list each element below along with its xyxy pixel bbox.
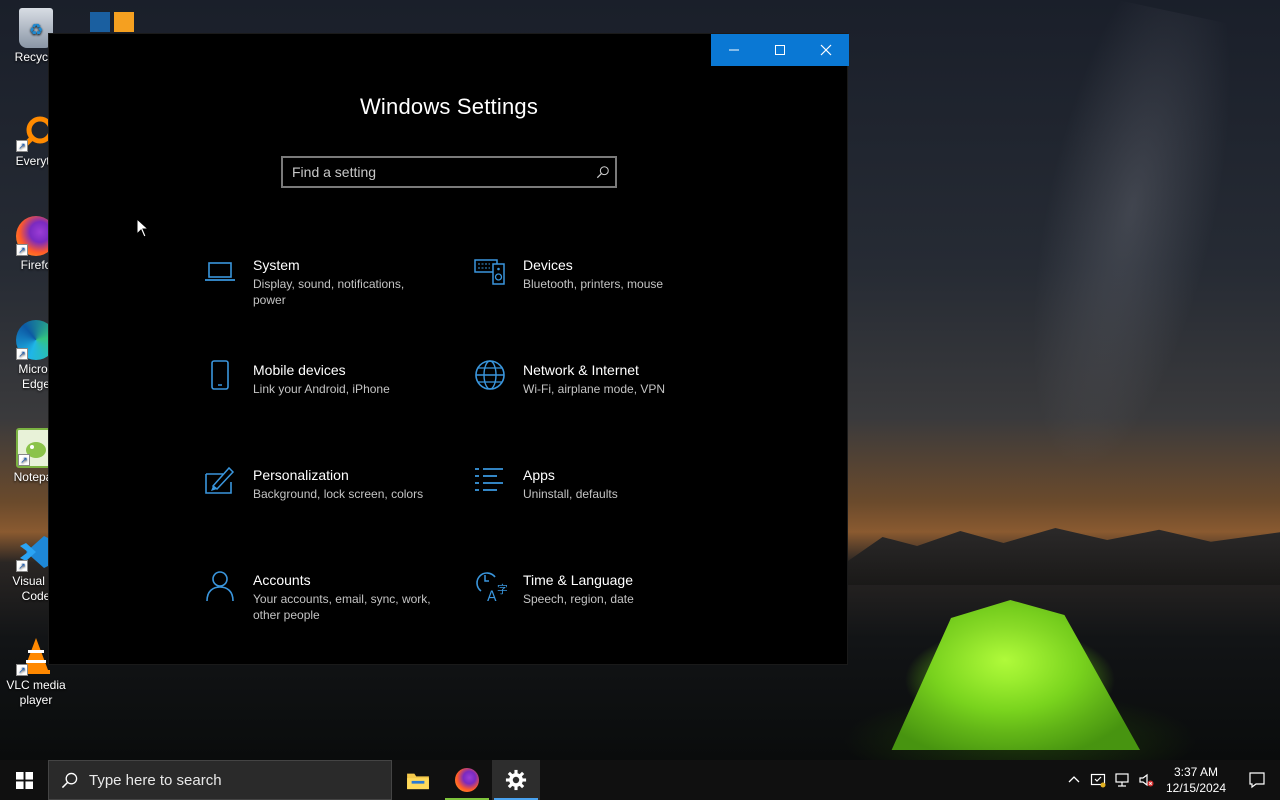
tile-network-internet[interactable]: Network & Internet Wi-Fi, airplane mode,… bbox=[473, 359, 723, 431]
tile-title: Accounts bbox=[253, 572, 311, 588]
volume-muted-icon bbox=[1139, 773, 1154, 787]
globe-icon bbox=[473, 359, 507, 393]
settings-search-box[interactable] bbox=[281, 156, 617, 188]
tile-apps[interactable]: Apps Uninstall, defaults bbox=[473, 466, 723, 536]
maximize-button[interactable] bbox=[757, 34, 803, 66]
action-center-button[interactable] bbox=[1234, 760, 1280, 800]
system-tray: 3:37 AM 12/15/2024 bbox=[1062, 760, 1280, 800]
paint-icon bbox=[203, 464, 237, 498]
settings-window: Windows Settings System Display, sound, … bbox=[48, 33, 849, 665]
tile-description: Uninstall, defaults bbox=[523, 487, 618, 501]
page-title: Windows Settings bbox=[359, 94, 539, 119]
window-controls bbox=[711, 34, 849, 66]
show-hidden-icons-button[interactable] bbox=[1062, 760, 1086, 800]
svg-text:字: 字 bbox=[497, 582, 507, 596]
clock-date: 12/15/2024 bbox=[1165, 781, 1227, 795]
tile-description: Display, sound, notifications, power bbox=[253, 277, 405, 307]
folder-icon bbox=[407, 773, 429, 790]
shortcut-arrow-icon: ↗ bbox=[16, 348, 28, 360]
windows-logo-icon bbox=[15, 771, 33, 789]
tile-title: Mobile devices bbox=[253, 362, 346, 378]
network-icon bbox=[1115, 773, 1129, 787]
tile-personalization[interactable]: Personalization Background, lock screen,… bbox=[203, 466, 453, 536]
tile-description: Background, lock screen, colors bbox=[253, 487, 424, 501]
tile-description: Link your Android, iPhone bbox=[253, 382, 390, 396]
mouse-cursor bbox=[136, 217, 150, 238]
tile-title: Devices bbox=[523, 257, 573, 273]
tray-network-button[interactable] bbox=[1110, 760, 1134, 800]
taskbar-firefox[interactable] bbox=[443, 760, 491, 800]
app-shortcut-icon bbox=[90, 12, 134, 32]
close-button[interactable] bbox=[803, 34, 849, 66]
tile-title: Personalization bbox=[253, 467, 349, 483]
taskbar-search-placeholder: Type here to search bbox=[89, 771, 222, 789]
apps-list-icon bbox=[473, 464, 507, 498]
tile-description: Bluetooth, printers, mouse bbox=[523, 277, 664, 291]
firefox-icon bbox=[455, 768, 479, 792]
taskbar-settings[interactable] bbox=[492, 760, 540, 800]
shortcut-arrow-icon: ↗ bbox=[16, 560, 28, 572]
shortcut-arrow-icon: ↗ bbox=[16, 244, 28, 256]
tile-description: Speech, region, date bbox=[523, 592, 634, 606]
svg-text:A: A bbox=[487, 589, 497, 603]
tile-title: System bbox=[253, 257, 300, 273]
shortcut-arrow-icon: ↗ bbox=[16, 140, 28, 152]
shortcut-arrow-icon: ↗ bbox=[16, 664, 28, 676]
person-icon bbox=[203, 569, 237, 603]
search-icon bbox=[49, 772, 89, 789]
tile-accounts[interactable]: Accounts Your accounts, email, sync, wor… bbox=[203, 571, 453, 641]
clock-time: 3:37 AM bbox=[1173, 765, 1219, 779]
tile-title: Time & Language bbox=[523, 572, 633, 588]
desktop-icon-partial[interactable] bbox=[88, 8, 138, 32]
maximize-icon bbox=[775, 45, 785, 55]
svg-text:♻: ♻ bbox=[29, 22, 43, 39]
taskbar-clock[interactable]: 3:37 AM 12/15/2024 bbox=[1158, 764, 1234, 796]
tile-description: Wi-Fi, airplane mode, VPN bbox=[523, 382, 666, 396]
tile-mobile-devices[interactable]: Mobile devices Link your Android, iPhone bbox=[203, 359, 453, 431]
phone-icon bbox=[203, 359, 237, 393]
tile-title: Apps bbox=[523, 467, 555, 483]
tile-time-language[interactable]: A字 Time & Language Speech, region, date bbox=[473, 571, 723, 641]
tile-description: Your accounts, email, sync, work, other … bbox=[253, 592, 431, 622]
settings-search-input[interactable] bbox=[283, 164, 591, 180]
tray-security-button[interactable] bbox=[1086, 760, 1110, 800]
chevron-up-icon bbox=[1068, 776, 1080, 783]
time-language-icon: A字 bbox=[473, 569, 508, 605]
start-button[interactable] bbox=[0, 760, 48, 800]
shortcut-arrow-icon: ↗ bbox=[18, 454, 30, 466]
title-bar[interactable] bbox=[49, 34, 849, 66]
minimize-icon bbox=[729, 49, 739, 51]
gear-icon bbox=[505, 769, 527, 791]
keyboard-speaker-icon bbox=[473, 254, 507, 288]
tile-title: Network & Internet bbox=[523, 362, 639, 378]
taskbar: Type here to search 3:37 AM 12/15/2024 bbox=[0, 760, 1280, 800]
close-icon bbox=[820, 44, 832, 56]
tile-system[interactable]: System Display, sound, notifications, po… bbox=[203, 256, 453, 326]
laptop-icon bbox=[203, 254, 237, 288]
notification-icon bbox=[1249, 772, 1265, 789]
search-icon[interactable] bbox=[591, 160, 615, 184]
desktop-icon-label: VLC media player bbox=[6, 678, 66, 707]
taskbar-file-explorer[interactable] bbox=[394, 760, 442, 800]
tray-volume-button[interactable] bbox=[1134, 760, 1158, 800]
minimize-button[interactable] bbox=[711, 34, 757, 66]
security-icon bbox=[1090, 773, 1106, 788]
tile-devices[interactable]: Devices Bluetooth, printers, mouse bbox=[473, 256, 723, 326]
taskbar-search-box[interactable]: Type here to search bbox=[48, 760, 392, 800]
